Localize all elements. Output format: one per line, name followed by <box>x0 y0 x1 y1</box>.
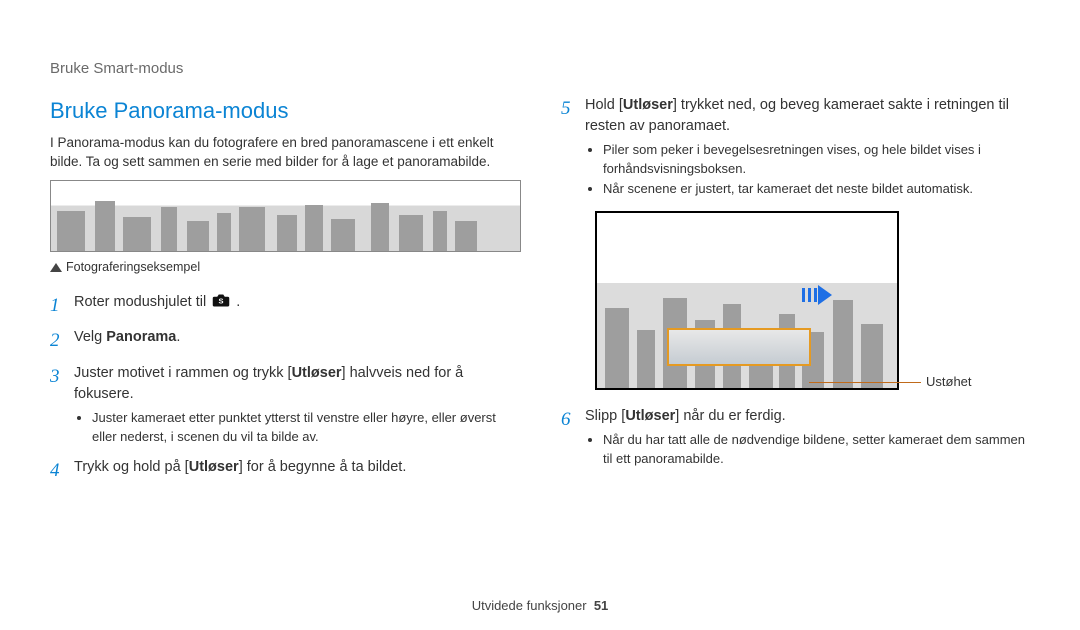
step-number: 1 <box>50 292 74 320</box>
step-5-sub-1: Piler som peker i bevegelsesretningen vi… <box>603 141 1030 179</box>
step-3: 3 Juster motivet i rammen og trykk [Utlø… <box>50 363 519 449</box>
page-title: Bruke Panorama-modus <box>50 95 519 127</box>
panorama-example-image <box>50 180 521 252</box>
step-6-sub: Når du har tatt alle de nødvendige bilde… <box>603 431 1030 469</box>
step-number: 6 <box>561 406 585 471</box>
svg-text:S: S <box>219 296 224 305</box>
capture-frame <box>667 328 811 366</box>
step-number: 4 <box>50 457 74 485</box>
step-5-sub-2: Når scenene er justert, tar kameraet det… <box>603 180 1030 199</box>
step-number: 3 <box>50 363 74 449</box>
arrow-right-icon <box>818 285 832 305</box>
step-4: 4 Trykk og hold på [Utløser] for å begyn… <box>50 457 519 485</box>
camera-icon: S <box>212 293 230 307</box>
annotation-leader <box>809 382 921 383</box>
image-caption: Fotograferingseksempel <box>50 258 519 276</box>
step-1: 1 Roter modushjulet til S . <box>50 292 519 320</box>
breadcrumb: Bruke Smart-modus <box>50 58 1030 80</box>
left-column: Bruke Panorama-modus I Panorama-modus ka… <box>50 95 519 493</box>
arrow-right-icon <box>802 288 818 302</box>
step-5: 5 Hold [Utløser] trykket ned, og beveg k… <box>561 95 1030 202</box>
annotation-label: Ustøhet <box>926 373 972 392</box>
right-column: 5 Hold [Utløser] trykket ned, og beveg k… <box>561 95 1030 493</box>
step-number: 2 <box>50 327 74 355</box>
triangle-up-icon <box>50 263 62 272</box>
step-number: 5 <box>561 95 585 202</box>
panorama-preview-image <box>595 211 899 390</box>
step-3-sub: Juster kameraet etter punktet ytterst ti… <box>92 409 519 447</box>
page-footer: Utvidede funksjoner 51 <box>0 597 1080 616</box>
intro-text: I Panorama-modus kan du fotografere en b… <box>50 133 519 172</box>
step-6: 6 Slipp [Utløser] når du er ferdig. Når … <box>561 406 1030 471</box>
step-2: 2 Velg Panorama. <box>50 327 519 355</box>
